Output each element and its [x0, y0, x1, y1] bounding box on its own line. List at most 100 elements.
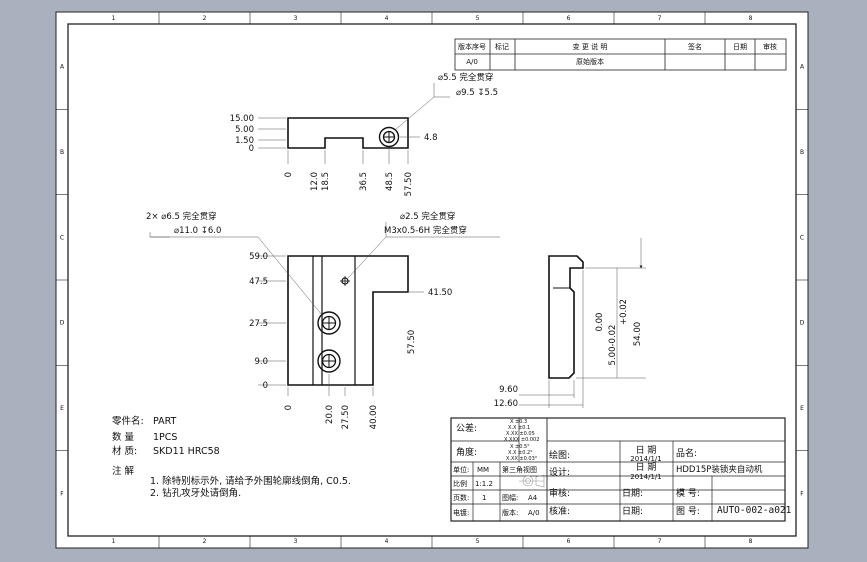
front-dim-47-5: 47.5	[249, 277, 268, 287]
zone-number: 5	[476, 538, 480, 545]
side-dim-0: 0.00	[595, 313, 605, 332]
scale: 1:1.2	[475, 480, 493, 488]
top-bottom-dim-12: 12.0	[310, 172, 320, 191]
top-bottom-dim-36-5: 36.5	[359, 172, 369, 191]
top-dim-right: 4.8	[424, 133, 438, 143]
top-dim-0: 0	[249, 144, 254, 154]
zone-number: 1	[112, 538, 116, 545]
zone-letter: B	[60, 149, 64, 156]
angle-value-3: X.XX ±0.03°	[506, 456, 538, 462]
check-label: 审核:	[549, 487, 570, 499]
model-label: 模 号:	[676, 488, 700, 499]
top-bottom-dim-48-5: 48.5	[385, 172, 395, 191]
zone-number: 6	[567, 15, 571, 22]
process-label: 电镀:	[453, 508, 469, 517]
side-bottom-dim-9-6: 9.60	[499, 385, 518, 395]
qty-label: 数 量	[112, 431, 135, 443]
zone-number: 6	[567, 538, 571, 545]
drawing-canvas: 1122334455667788 A AB BC CD DE EF F 版本序号 标记 变 …	[55, 11, 809, 549]
check-date-label: 日期:	[622, 488, 643, 499]
material-label: 材 质:	[112, 445, 137, 457]
rev-header-mark: 标记	[495, 42, 509, 51]
front-bottom-dim-0: 0	[284, 405, 294, 410]
unit-label: 单位:	[453, 465, 469, 474]
side-dim-tol: +0.02	[619, 299, 629, 325]
zone-letter: C	[60, 234, 64, 241]
rev-header-review: 审核	[763, 42, 777, 51]
zone-letter: D	[60, 320, 65, 327]
pages: 1	[482, 494, 486, 502]
note-1: 1. 除特别标示外, 请给予外围轮廓线倒角, C0.5.	[150, 475, 351, 487]
zone-letter: C	[800, 234, 804, 241]
date-header-1: 日 期	[636, 445, 657, 456]
rev-header-desc: 变 更 说 明	[573, 42, 608, 51]
design-label: 设计:	[549, 466, 570, 478]
top-bottom-dim-0: 0	[284, 172, 294, 177]
zone-number: 2	[203, 15, 207, 22]
part-name-label: 零件名:	[112, 415, 144, 427]
zone-letter: E	[60, 405, 64, 412]
zone-number: 8	[749, 538, 753, 545]
zone-number: 2	[203, 538, 207, 545]
sheet: A4	[528, 494, 538, 502]
front-bottom-dim-27-5: 27.50	[341, 405, 351, 429]
side-dim-54: 54.00	[633, 322, 643, 346]
material: SKD11 HRC58	[153, 446, 220, 457]
top-hole-note-1: ⌀5.5 完全贯穿	[438, 72, 493, 83]
version: A/0	[528, 509, 540, 517]
angle-label: 角度:	[456, 446, 477, 458]
side-dim-5: 5.00-0.02	[608, 325, 618, 366]
rev-row-desc: 原始版本	[576, 57, 604, 66]
drawn-label: 绘图:	[549, 449, 570, 461]
sheet-label: 图幅:	[502, 493, 518, 502]
tolerance-value-4: X.XXX ±0.002	[504, 437, 539, 443]
tolerance-label: 公差:	[456, 422, 477, 434]
product-label: 品名:	[676, 447, 697, 459]
projection: 第三角视图	[502, 465, 537, 474]
zone-number: 1	[112, 15, 116, 22]
front-note-b2: M3x0.5-6H 完全贯穿	[384, 225, 467, 236]
drawing-no: AUTO-002-a021	[717, 505, 792, 516]
scale-label: 比例	[453, 479, 467, 488]
zone-number: 7	[658, 15, 662, 22]
rev-row-version: A/0	[466, 58, 478, 66]
front-dim-57-5: 57.50	[407, 330, 417, 354]
top-bottom-dim-57-5: 57.50	[404, 172, 414, 196]
unit: MM	[477, 466, 489, 474]
front-bottom-dim-40: 40.00	[369, 405, 379, 429]
rev-header-date: 日期	[733, 43, 747, 51]
zone-letter: E	[800, 405, 804, 412]
zone-number: 5	[476, 15, 480, 22]
top-dim-15: 15.00	[230, 114, 254, 124]
front-dim-59: 59.0	[249, 252, 268, 262]
approve-label: 核准:	[549, 505, 570, 517]
zone-letter: F	[800, 490, 804, 497]
design-date: 2014/1/1	[630, 473, 661, 481]
top-dim-5: 5.00	[235, 125, 254, 135]
front-note-a1: 2× ⌀6.5 完全贯穿	[146, 211, 217, 222]
top-bottom-dim-18-5: 18.5	[321, 172, 331, 191]
pages-label: 页数:	[453, 493, 469, 502]
front-bottom-dim-20: 20.0	[325, 405, 335, 424]
side-bottom-dim-12-6: 12.60	[494, 399, 518, 409]
qty: 1PCS	[153, 432, 177, 443]
front-dim-41-5: 41.50	[428, 288, 452, 298]
rev-header-version: 版本序号	[458, 42, 486, 51]
top-hole-note-2: ⌀9.5 ↧5.5	[456, 88, 498, 98]
zone-letter: F	[60, 490, 64, 497]
drawn-date: 2014/1/1	[630, 455, 661, 463]
front-dim-0: 0	[263, 381, 268, 391]
zone-letter: D	[800, 320, 805, 327]
rev-header-sign: 签名	[688, 42, 702, 51]
notes-label: 注 解	[112, 465, 135, 477]
front-dim-9: 9.0	[254, 357, 268, 367]
zone-number: 7	[658, 538, 662, 545]
front-note-b1: ⌀2.5 完全贯穿	[400, 211, 455, 222]
zone-number: 3	[294, 15, 298, 22]
front-note-a2: ⌀11.0 ↧6.0	[174, 226, 221, 236]
part-name: PART	[153, 416, 177, 427]
front-dim-27-5: 27.5	[249, 319, 268, 329]
approve-date-label: 日期:	[622, 506, 643, 517]
date-header-2: 日 期	[636, 462, 657, 473]
product: HDD15P装锁夹自动机	[676, 464, 763, 475]
